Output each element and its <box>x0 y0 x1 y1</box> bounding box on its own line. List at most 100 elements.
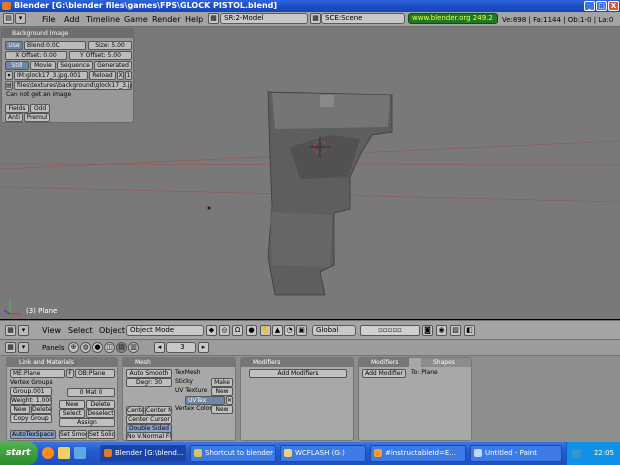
material-assign-button[interactable]: Assign <box>59 418 115 427</box>
image-users-button[interactable]: 1 <box>125 71 132 80</box>
vgroup-new-button[interactable]: New <box>10 405 30 414</box>
tab-still[interactable]: Still <box>5 61 29 70</box>
manipulator-icon[interactable]: ✋ <box>260 325 271 336</box>
logic-icon[interactable]: ⊕ <box>68 342 79 353</box>
use-background-toggle[interactable]: Use <box>5 41 23 50</box>
blender-url-link[interactable]: www.blender.org 249.2 <box>408 13 498 24</box>
menu-view[interactable]: View <box>42 326 61 336</box>
sticky-make-button[interactable]: Make <box>211 378 233 387</box>
degr-field[interactable]: Degr: 30 <box>126 378 172 387</box>
file-browse-icon[interactable]: ▤ <box>5 81 13 90</box>
editor-type-icon-buttons[interactable]: ▦ <box>5 342 16 353</box>
uvtex-delete-icon[interactable]: ✕ <box>226 396 233 405</box>
render-icon[interactable]: ◉ <box>436 325 447 336</box>
add-modifiers-button[interactable]: Add Modifiers <box>249 369 347 378</box>
image-path-field[interactable]: files\textures\background\glock17_3.jpg <box>14 81 132 90</box>
add-modifier-button[interactable]: Add Modifier <box>362 369 406 378</box>
material-select-button[interactable]: Select <box>59 409 85 418</box>
uvtex-field[interactable]: UVTex <box>185 396 225 405</box>
close-button[interactable]: X <box>608 1 619 11</box>
mesh-name-field[interactable]: ME:Plane <box>10 369 65 378</box>
orientation-select[interactable]: Global <box>312 325 356 336</box>
collapse-menu-icon-3d[interactable]: ▾ <box>18 325 29 336</box>
copy-group-button[interactable]: Copy Group <box>10 414 52 423</box>
center-cursor-button[interactable]: Center Cursor <box>126 415 172 424</box>
auto-smooth-toggle[interactable]: Auto Smooth <box>126 369 172 378</box>
glock-pistol-model[interactable] <box>267 91 393 296</box>
material-new-button[interactable]: New <box>59 400 85 409</box>
rotate-icon[interactable]: ◔ <box>284 325 295 336</box>
scale-icon[interactable]: ▣ <box>296 325 307 336</box>
layer-buttons[interactable]: ▫▫▫▫▫ <box>360 325 420 336</box>
x-offset-field[interactable]: X Offset: 0.00 <box>5 51 67 60</box>
task-browser[interactable]: #instructableId=E... <box>370 445 466 462</box>
anti-toggle[interactable]: Anti <box>5 113 23 122</box>
camera-icon[interactable]: ▧ <box>450 325 461 336</box>
shading-icon[interactable]: ● <box>92 342 103 353</box>
screen-field[interactable]: SR:2-Model <box>220 13 308 24</box>
image-browse-icon[interactable]: ▾ <box>5 71 13 80</box>
fake-user-button[interactable]: F <box>66 369 74 378</box>
set-smooth-button[interactable]: Set Smooth <box>59 430 87 439</box>
material-delete-button[interactable]: Delete <box>86 400 115 409</box>
editing-icon[interactable]: ▤ <box>116 342 127 353</box>
collapse-menu-icon-buttons[interactable]: ▾ <box>18 342 29 353</box>
reload-button[interactable]: Reload <box>89 71 116 80</box>
tab-sequence[interactable]: Sequence <box>57 61 93 70</box>
folder-quicklaunch-icon[interactable] <box>58 447 70 459</box>
frame-prev-icon[interactable]: ◂ <box>154 342 165 353</box>
object-icon[interactable]: ◫ <box>104 342 115 353</box>
premul-toggle[interactable]: Premul <box>24 113 50 122</box>
weight-field[interactable]: Weight: 1.000 <box>10 396 52 405</box>
shapes-tab[interactable]: Shapes <box>421 358 471 367</box>
clock[interactable]: 22:05 <box>594 449 614 457</box>
lock-icon[interactable]: ◙ <box>422 325 433 336</box>
script-icon[interactable]: ◍ <box>80 342 91 353</box>
size-field[interactable]: Size: 5.00 <box>88 41 132 50</box>
pivot-icon[interactable]: ◎ <box>219 325 230 336</box>
translate-icon[interactable]: ▲ <box>272 325 283 336</box>
menu-select[interactable]: Select <box>68 326 93 336</box>
desktop-quicklaunch-icon[interactable] <box>74 447 86 459</box>
screen-browse-icon[interactable]: ▦ <box>208 13 219 24</box>
window-title-bar[interactable]: Blender [G:\blender files\games\FPS\GLOC… <box>0 0 620 12</box>
task-wcflash[interactable]: WCFLASH (G:) <box>280 445 366 462</box>
center-button[interactable]: Center <box>126 406 144 415</box>
center-new-button[interactable]: Center New <box>145 406 172 415</box>
tab-movie[interactable]: Movie <box>30 61 56 70</box>
object-name-field[interactable]: OB:Plane <box>75 369 115 378</box>
snap-icon[interactable]: Ω <box>232 325 243 336</box>
fields-toggle[interactable]: Fields <box>5 104 29 113</box>
firefox-quicklaunch-icon[interactable] <box>42 447 54 459</box>
scene-field[interactable]: SCE:Scene <box>321 13 405 24</box>
frame-field[interactable]: 3 <box>166 342 196 353</box>
autotexspace-toggle[interactable]: AutoTexSpace <box>10 430 56 439</box>
no-vnormal-flip-toggle[interactable]: No V.Normal Flip <box>126 432 172 441</box>
collapse-menu-icon[interactable]: ▾ <box>15 13 26 24</box>
blend-field[interactable]: Blend:0.0C <box>24 41 86 50</box>
y-offset-field[interactable]: Y Offset: 5.00 <box>69 51 132 60</box>
draw-type-icon[interactable]: ◆ <box>206 325 217 336</box>
vertex-color-new-button[interactable]: New <box>211 405 233 414</box>
menu-object[interactable]: Object <box>99 326 125 336</box>
image-name-field[interactable]: IM:glock17_3.jpg.001 <box>14 71 88 80</box>
task-shortcut[interactable]: Shortcut to blender <box>190 445 276 462</box>
unlink-image-button[interactable]: X <box>117 71 124 80</box>
editor-type-icon-3d[interactable]: ▦ <box>5 325 16 336</box>
proportional-icon[interactable]: ● <box>246 325 257 336</box>
editor-type-icon[interactable]: ▤ <box>3 13 14 24</box>
vertex-group-field[interactable]: Group.001 <box>10 387 52 396</box>
maximize-button[interactable]: □ <box>596 1 607 11</box>
task-blender[interactable]: Blender [G:\blend... <box>100 445 186 462</box>
task-paint[interactable]: Untitled - Paint <box>470 445 562 462</box>
3d-viewport[interactable]: Background Image Use Blend:0.0C Size: 5.… <box>0 27 620 319</box>
tab-generated[interactable]: Generated <box>94 61 132 70</box>
render-preview-icon[interactable]: ◧ <box>464 325 475 336</box>
vgroup-delete-button[interactable]: Delete <box>31 405 52 414</box>
menu-render[interactable]: Render <box>152 14 180 25</box>
menu-game[interactable]: Game <box>124 14 148 25</box>
start-button[interactable]: start <box>0 442 38 465</box>
scene-browse-icon[interactable]: ▦ <box>310 13 321 24</box>
set-solid-button[interactable]: Set Solid <box>88 430 115 439</box>
uv-texture-new-button[interactable]: New <box>211 387 233 396</box>
